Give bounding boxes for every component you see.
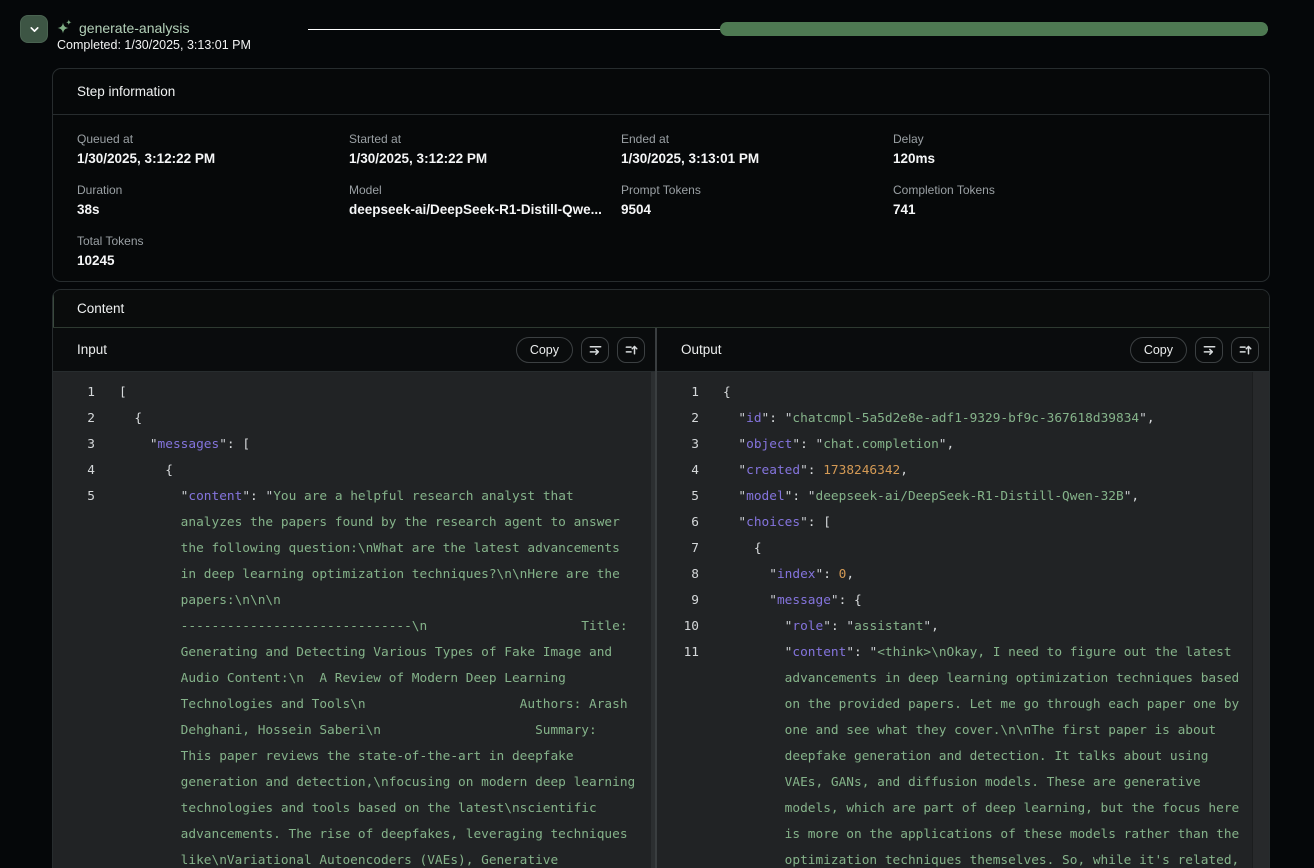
line-number: 2 <box>53 406 95 432</box>
field-label: Ended at <box>621 132 893 146</box>
line-number: 1 <box>53 380 95 406</box>
timeline-duration-bar[interactable] <box>720 22 1268 36</box>
line-number: 7 <box>657 536 699 562</box>
code-line: 11"content": "<think>\nOkay, I need to f… <box>657 640 1269 868</box>
output-code-area[interactable]: 1{2"id": "chatcmpl-5a5d2e8e-adf1-9329-bf… <box>657 372 1269 868</box>
trace-header: generate-analysis Completed: 1/30/2025, … <box>0 0 1314 68</box>
copy-input-button[interactable]: Copy <box>516 337 573 363</box>
code-line: 2{ <box>53 406 655 432</box>
field-value: 1/30/2025, 3:12:22 PM <box>77 151 349 166</box>
line-number: 6 <box>657 510 699 536</box>
line-number: 10 <box>657 614 699 640</box>
scroll-top-icon <box>1238 342 1253 357</box>
field-ended-at: Ended at 1/30/2025, 3:13:01 PM <box>621 132 893 166</box>
scroll-top-button[interactable] <box>617 337 645 363</box>
content-section-title: Content <box>53 290 1269 328</box>
line-number: 3 <box>657 432 699 458</box>
field-value: 9504 <box>621 202 893 217</box>
field-label: Duration <box>77 183 349 197</box>
chevron-down-icon <box>28 23 41 36</box>
field-value: 1/30/2025, 3:13:01 PM <box>621 151 893 166</box>
input-panel-title: Input <box>77 342 107 357</box>
line-number: 1 <box>657 380 699 406</box>
output-panel: Output Copy 1{2"id": "chatcmpl-5a5d2e8e-… <box>655 328 1269 868</box>
field-label: Completion Tokens <box>893 183 1245 197</box>
code-line: 4{ <box>53 458 655 484</box>
step-information-panel: Step information Queued at 1/30/2025, 3:… <box>52 68 1270 282</box>
line-number: 5 <box>657 484 699 510</box>
line-number: 8 <box>657 562 699 588</box>
field-value: 10245 <box>77 253 349 268</box>
input-panel: Input Copy 1[2{3"messages": [4{5"content… <box>53 328 655 868</box>
code-line: 5"model": "deepseek-ai/DeepSeek-R1-Disti… <box>657 484 1269 510</box>
code-line: 8"index": 0, <box>657 562 1269 588</box>
code-line: 9"message": { <box>657 588 1269 614</box>
code-line: 2"id": "chatcmpl-5a5d2e8e-adf1-9329-bf9c… <box>657 406 1269 432</box>
field-value: 1/30/2025, 3:12:22 PM <box>349 151 621 166</box>
input-toolbar: Input Copy <box>53 328 655 372</box>
code-line: 4"created": 1738246342, <box>657 458 1269 484</box>
line-number: 9 <box>657 588 699 614</box>
word-wrap-icon <box>588 342 603 357</box>
collapse-button[interactable] <box>20 15 48 43</box>
field-value: 38s <box>77 202 349 217</box>
field-value: 741 <box>893 202 1245 217</box>
input-code-area[interactable]: 1[2{3"messages": [4{5"content": "You are… <box>53 372 655 868</box>
line-number: 4 <box>657 458 699 484</box>
content-section: Content Input Copy 1[2{3 <box>52 289 1270 868</box>
field-total-tokens: Total Tokens 10245 <box>77 234 349 268</box>
word-wrap-button[interactable] <box>581 337 609 363</box>
step-title: generate-analysis <box>79 20 190 36</box>
code-line: 1[ <box>53 380 655 406</box>
line-number: 4 <box>53 458 95 484</box>
field-delay: Delay 120ms <box>893 132 1245 166</box>
code-line: 3"messages": [ <box>53 432 655 458</box>
field-started-at: Started at 1/30/2025, 3:12:22 PM <box>349 132 621 166</box>
line-number: 2 <box>657 406 699 432</box>
output-panel-title: Output <box>681 342 722 357</box>
step-information-fields: Queued at 1/30/2025, 3:12:22 PM Started … <box>53 115 1269 268</box>
field-label: Model <box>349 183 621 197</box>
field-label: Queued at <box>77 132 349 146</box>
copy-output-button[interactable]: Copy <box>1130 337 1187 363</box>
field-duration: Duration 38s <box>77 183 349 217</box>
field-prompt-tokens: Prompt Tokens 9504 <box>621 183 893 217</box>
code-line: 10"role": "assistant", <box>657 614 1269 640</box>
scroll-top-icon <box>624 342 639 357</box>
line-number: 3 <box>53 432 95 458</box>
code-line: 5"content": "You are a helpful research … <box>53 484 655 868</box>
code-line: 7{ <box>657 536 1269 562</box>
line-number: 5 <box>53 484 95 510</box>
word-wrap-button[interactable] <box>1195 337 1223 363</box>
step-information-title: Step information <box>53 69 1269 115</box>
word-wrap-icon <box>1202 342 1217 357</box>
field-model: Model deepseek-ai/DeepSeek-R1-Distill-Qw… <box>349 183 621 217</box>
code-line: 1{ <box>657 380 1269 406</box>
output-scrollbar[interactable] <box>1252 372 1269 868</box>
field-queued-at: Queued at 1/30/2025, 3:12:22 PM <box>77 132 349 166</box>
field-label: Total Tokens <box>77 234 349 248</box>
line-number: 11 <box>657 640 699 666</box>
completed-timestamp: Completed: 1/30/2025, 3:13:01 PM <box>57 38 251 52</box>
field-completion-tokens: Completion Tokens 741 <box>893 183 1245 217</box>
field-label: Delay <box>893 132 1245 146</box>
field-label: Prompt Tokens <box>621 183 893 197</box>
input-scrollbar[interactable] <box>651 372 655 868</box>
code-line: 3"object": "chat.completion", <box>657 432 1269 458</box>
sparkles-icon <box>56 19 73 36</box>
field-value: 120ms <box>893 151 1245 166</box>
scroll-top-button[interactable] <box>1231 337 1259 363</box>
output-toolbar: Output Copy <box>657 328 1269 372</box>
field-value: deepseek-ai/DeepSeek-R1-Distill-Qwe... <box>349 202 621 217</box>
field-label: Started at <box>349 132 621 146</box>
code-line: 6"choices": [ <box>657 510 1269 536</box>
